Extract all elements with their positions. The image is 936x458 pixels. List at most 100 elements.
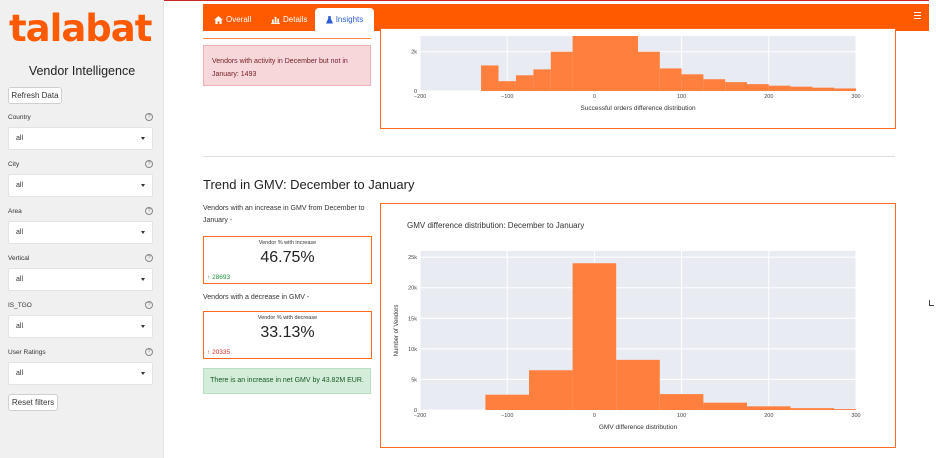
decrease-description: Vendors with a decrease in GMV - [203, 294, 310, 301]
select-value: all [16, 323, 24, 330]
city-select[interactable]: all [8, 174, 153, 197]
gmv-diff-chart-box: 0 5k 10k 15k 20k 25k −200 −100 0 100 200 300 GMV dif… [380, 203, 896, 448]
select-value: all [16, 276, 24, 283]
kpi-delta: ↑ 20335 [207, 349, 230, 356]
filter-label-is-tgo: IS_TGO [8, 302, 32, 309]
histogram-bar [725, 82, 747, 91]
caret-down-icon [141, 325, 145, 328]
gmv-diff-chart: 05k10k15k20k25k−200 −100 0 100 200 300GMV dif… [394, 221, 861, 431]
x-tick-label: 300 [851, 413, 860, 419]
country-select[interactable]: all [8, 127, 153, 150]
kpi-label: Vendor % with decrease [257, 315, 318, 321]
histogram-bar [481, 65, 499, 91]
inactive-vendors-alert: Vendors with activity in December but no… [203, 45, 371, 86]
y-tick-label: 25k [408, 255, 417, 261]
histogram-bar [550, 51, 573, 91]
histogram-bar [533, 69, 551, 91]
histogram-bar [485, 394, 529, 410]
section-divider [203, 156, 895, 157]
help-icon[interactable]: ? [145, 254, 153, 262]
x-tick-label: 300 [851, 94, 860, 100]
page-edge [929, 0, 936, 458]
histogram-bar [768, 85, 791, 91]
help-icon[interactable]: ? [145, 160, 153, 168]
help-icon[interactable]: ? [145, 113, 153, 121]
y-axis-title: Number of Vendors [394, 305, 400, 357]
tab-insights[interactable]: Insights [315, 8, 374, 31]
filter-label-city: City [8, 161, 20, 168]
x-tick-label: 100 [677, 413, 686, 419]
delta-value: 20335 [212, 349, 231, 356]
filter-label-user-ratings: User Ratings [8, 349, 46, 356]
help-icon[interactable]: ? [145, 207, 153, 215]
filter-label-area: Area [8, 208, 22, 215]
x-tick-label: −100 [501, 94, 513, 100]
histogram-bar [498, 81, 516, 91]
increase-description: Vendors with an increase in GMV from Dec… [203, 205, 365, 224]
help-icon[interactable]: ? [145, 348, 153, 356]
x-tick-label: −200 [414, 94, 426, 100]
tab-details[interactable]: Details [271, 8, 307, 31]
app-title: Vendor Intelligence [28, 64, 136, 78]
kpi-box-bottom-edge [203, 38, 371, 39]
hamburger-icon[interactable] [914, 12, 921, 21]
histogram-bar [572, 263, 617, 410]
x-tick-label: 100 [677, 94, 686, 100]
tab-overall[interactable]: Overall [214, 8, 251, 31]
top-accent-line [164, 0, 936, 1]
histogram-bar [790, 408, 835, 410]
talabat-logo: talabat [9, 7, 152, 50]
y-tick-label: 20k [408, 286, 417, 292]
top-navbar: Overall Details Insights [203, 4, 929, 31]
histogram-bar [529, 370, 573, 410]
caret-down-icon [141, 372, 145, 375]
x-tick-label: −100 [501, 413, 513, 419]
net-gmv-alert: There is an increase in net GMV by 43.82… [203, 368, 371, 394]
sidebar: talabat Vendor Intelligence Refresh Data… [0, 0, 164, 458]
histogram-bar [572, 36, 638, 91]
caret-down-icon [141, 184, 145, 187]
x-axis-title: GMV difference distribution [599, 424, 678, 431]
chart-title: GMV difference distribution: December to… [407, 221, 584, 230]
decrease-kpi-card: Vendor % with decrease 33.13% ↑ 20335 [203, 311, 372, 359]
orders-diff-chart-box: 0 2k −200 −100 0 100 200 300 Successful orders d… [380, 28, 896, 129]
caret-down-icon [141, 231, 145, 234]
reset-filters-button[interactable]: Reset filters [8, 394, 58, 411]
x-tick-label: −200 [414, 413, 426, 419]
histogram-bar [834, 88, 856, 91]
orders-diff-chart: 02k−200 −100 0 100 200 300Successful orders d… [411, 36, 861, 112]
x-axis-title: Successful orders difference distributio… [580, 105, 696, 112]
caret-down-icon [141, 278, 145, 281]
bar-chart-icon [271, 16, 280, 24]
histogram-bar [616, 359, 660, 410]
histogram-bar [790, 86, 813, 91]
user-ratings-select[interactable]: all [8, 362, 153, 385]
histogram-bar [659, 394, 704, 410]
kpi-value: 33.13% [260, 324, 315, 341]
histogram-bar [681, 74, 704, 91]
is-tgo-select[interactable]: all [8, 315, 153, 338]
vertical-select[interactable]: all [8, 268, 153, 291]
histogram-bar [747, 406, 791, 410]
y-tick-label: 5k [411, 377, 417, 383]
histogram-bar [515, 75, 534, 91]
scroll-indicator [929, 300, 934, 306]
histogram-bar [812, 87, 835, 91]
x-tick-label: 200 [764, 413, 773, 419]
select-value: all [16, 135, 24, 142]
x-tick-label: 0 [593, 94, 596, 100]
refresh-data-button[interactable]: Refresh Data [8, 87, 62, 104]
tab-label: Details [283, 15, 308, 24]
help-icon[interactable]: ? [145, 301, 153, 309]
x-tick-label: 0 [593, 413, 596, 419]
select-value: all [16, 229, 24, 236]
area-select[interactable]: all [8, 221, 153, 244]
histogram-bar [659, 68, 682, 91]
gmv-section-title: Trend in GMV: December to January [203, 177, 415, 192]
caret-down-icon [141, 137, 145, 140]
x-tick-label: 200 [764, 94, 773, 100]
histogram-bar [834, 409, 856, 410]
y-tick-label: 10k [408, 347, 417, 353]
delta-value: 28693 [212, 274, 231, 281]
home-icon [214, 15, 223, 24]
